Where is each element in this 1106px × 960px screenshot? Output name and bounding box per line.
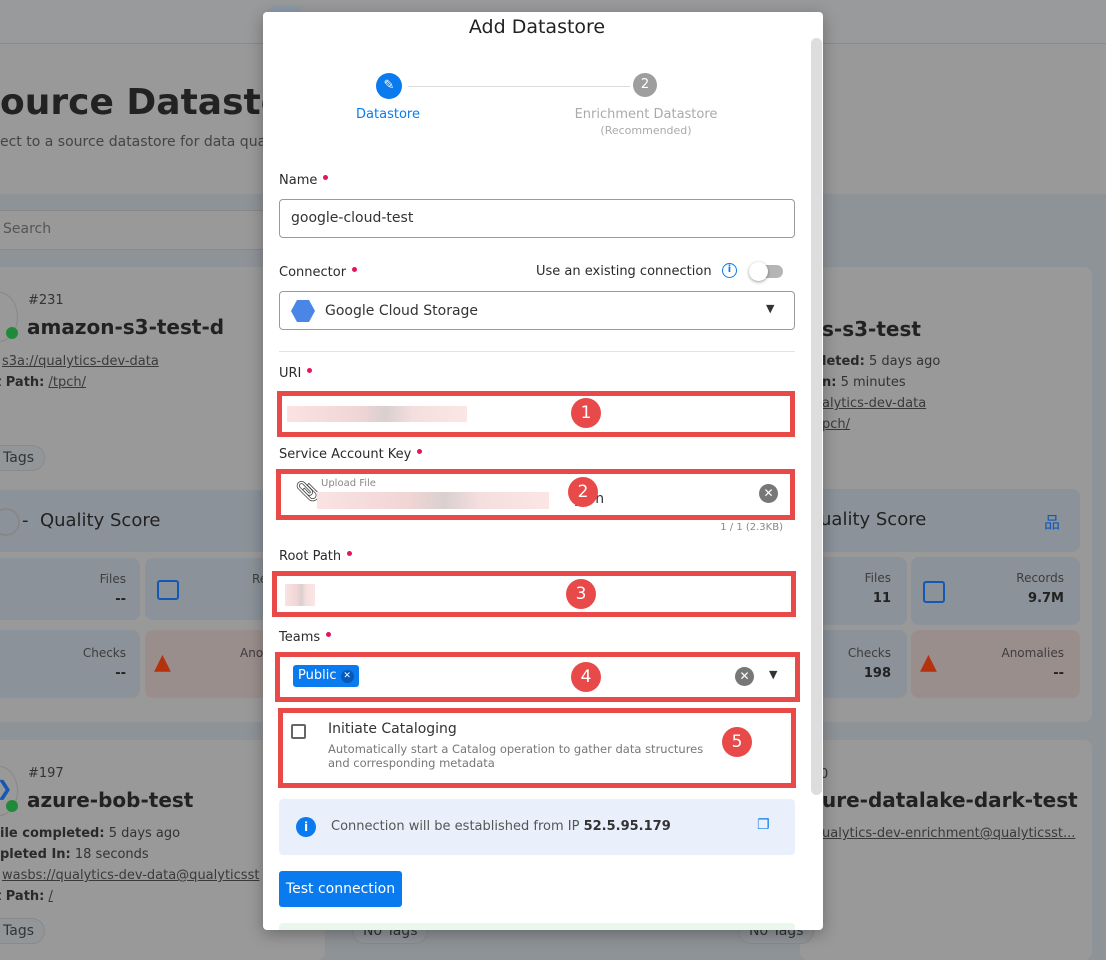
- info-icon: i: [296, 817, 316, 837]
- warning-icon: ▲: [154, 650, 171, 675]
- status-dot: [6, 800, 18, 812]
- step-enrichment-sublabel: (Recommended): [600, 124, 692, 137]
- status-dot: [6, 327, 18, 339]
- datastore-uri[interactable]: ualytics-dev-enrichment@qualyticsst...: [822, 826, 1075, 841]
- test-connection-button[interactable]: Test connection: [279, 871, 402, 907]
- dialog-title: Add Datastore: [468, 16, 606, 38]
- root-path-link[interactable]: /tpch/: [49, 375, 87, 390]
- cataloging-checkbox[interactable]: [291, 724, 306, 739]
- datastore-uri[interactable]: alytics-dev-data: [822, 396, 926, 411]
- annotation-badge: 1: [571, 398, 601, 428]
- redacted-value: [285, 584, 315, 606]
- quality-score-value: -: [22, 510, 29, 531]
- root-path-label: Root Path: [279, 549, 353, 564]
- redacted-filename: [317, 492, 549, 509]
- service-account-key-upload[interactable]: 📎︎ Upload File .json ✕: [276, 469, 795, 520]
- scrollbar[interactable]: [811, 38, 822, 795]
- tags-chip[interactable]: Tags: [0, 445, 45, 471]
- files-tile: Files --: [0, 558, 140, 620]
- cataloging-label[interactable]: Initiate Cataloging: [328, 721, 457, 737]
- search-input[interactable]: Search: [0, 210, 265, 250]
- azure-logo: ❯: [0, 776, 13, 800]
- step-enrichment[interactable]: Enrichment Datastore: [556, 107, 736, 122]
- page-subtitle: ect to a source datastore for data quali…: [0, 134, 301, 150]
- chevron-down-icon[interactable]: ▼: [769, 668, 777, 681]
- service-account-key-label: Service Account Key: [279, 447, 423, 462]
- name-input[interactable]: google-cloud-test: [279, 199, 795, 238]
- existing-connection-toggle[interactable]: [749, 262, 783, 281]
- records-icon: [157, 580, 179, 600]
- datastore-card[interactable]: 0 ure-datalake-dark-test ualytics-dev-en…: [800, 740, 1092, 960]
- records-icon: [923, 581, 945, 603]
- ip-info-banner: i Connection will be established from IP…: [279, 799, 795, 855]
- anomalies-tile: ▲ Anomalies --: [911, 630, 1080, 698]
- annotation-badge: 4: [571, 662, 601, 692]
- ip-address: 52.5.95.179: [583, 819, 671, 834]
- clear-teams-icon[interactable]: ✕: [735, 667, 754, 686]
- stepper-connector: [408, 86, 630, 87]
- upload-file-label: Upload File: [321, 478, 376, 489]
- name-label: Name: [279, 173, 329, 188]
- google-cloud-storage-icon: [291, 300, 315, 322]
- uri-label: URI: [279, 366, 313, 381]
- datastore-card[interactable]: s-s3-test leted: 5 days ago n: 5 minutes…: [800, 267, 1092, 722]
- records-tile: Records 9.7M: [911, 557, 1080, 625]
- root-path-link[interactable]: pch/: [822, 417, 850, 432]
- datastore-uri[interactable]: s3a://qualytics-dev-data: [2, 354, 159, 369]
- connector-select[interactable]: Google Cloud Storage ▼: [279, 291, 795, 330]
- uri-input[interactable]: [277, 391, 795, 437]
- datastore-name[interactable]: amazon-s3-test-d: [27, 315, 224, 339]
- team-chip[interactable]: Public ✕: [293, 665, 359, 687]
- add-datastore-dialog: Add Datastore ✎ 2 Datastore Enrichment D…: [263, 12, 823, 930]
- redacted-value: [287, 406, 467, 422]
- existing-connection-label: Use an existing connection: [536, 264, 712, 279]
- warning-icon: ▲: [920, 650, 937, 675]
- file-count: 1 / 1 (2.3KB): [720, 522, 783, 533]
- datastore-name[interactable]: s-s3-test: [822, 317, 921, 341]
- chevron-down-icon[interactable]: ▼: [766, 302, 774, 315]
- quality-score-label: Quality Score: [39, 510, 161, 531]
- root-path-label: t Path:: [0, 375, 45, 390]
- checks-tile: Checks --: [0, 630, 140, 698]
- copy-icon[interactable]: ❐: [757, 817, 770, 833]
- remove-chip-icon[interactable]: ✕: [340, 670, 354, 683]
- success-banner: [279, 923, 795, 930]
- initiate-cataloging-option: Initiate Cataloging Automatically start …: [278, 708, 796, 788]
- annotation-badge: 2: [568, 477, 598, 507]
- step-number[interactable]: 2: [633, 73, 657, 97]
- divider: [279, 351, 795, 352]
- datastore-name[interactable]: azure-bob-test: [27, 788, 193, 812]
- connector-label: Connector: [279, 265, 358, 280]
- tags-chip[interactable]: Tags: [0, 918, 45, 944]
- step-datastore[interactable]: Datastore: [323, 107, 453, 122]
- clear-file-icon[interactable]: ✕: [759, 484, 778, 503]
- connector-value: Google Cloud Storage: [325, 303, 479, 319]
- root-path-input[interactable]: [272, 571, 796, 617]
- datastore-name[interactable]: ure-datalake-dark-test: [822, 788, 1078, 812]
- annotation-badge: 5: [722, 727, 752, 757]
- quality-score-row: uality Score 品: [800, 489, 1080, 552]
- info-icon[interactable]: i: [722, 263, 737, 278]
- ip-info-text: Connection will be established from IP: [331, 819, 580, 834]
- datastore-id: #231: [28, 293, 64, 308]
- hierarchy-icon[interactable]: 品: [1044, 509, 1060, 533]
- datastore-uri[interactable]: wasbs://qualytics-dev-data@qualyticsst: [2, 868, 259, 883]
- teams-select[interactable]: Public ✕ ✕ ▼: [275, 652, 800, 702]
- cataloging-description: Automatically start a Catalog operation …: [328, 742, 704, 770]
- teams-label: Teams: [279, 630, 332, 645]
- annotation-badge: 3: [566, 579, 596, 609]
- pencil-icon[interactable]: ✎: [376, 73, 402, 99]
